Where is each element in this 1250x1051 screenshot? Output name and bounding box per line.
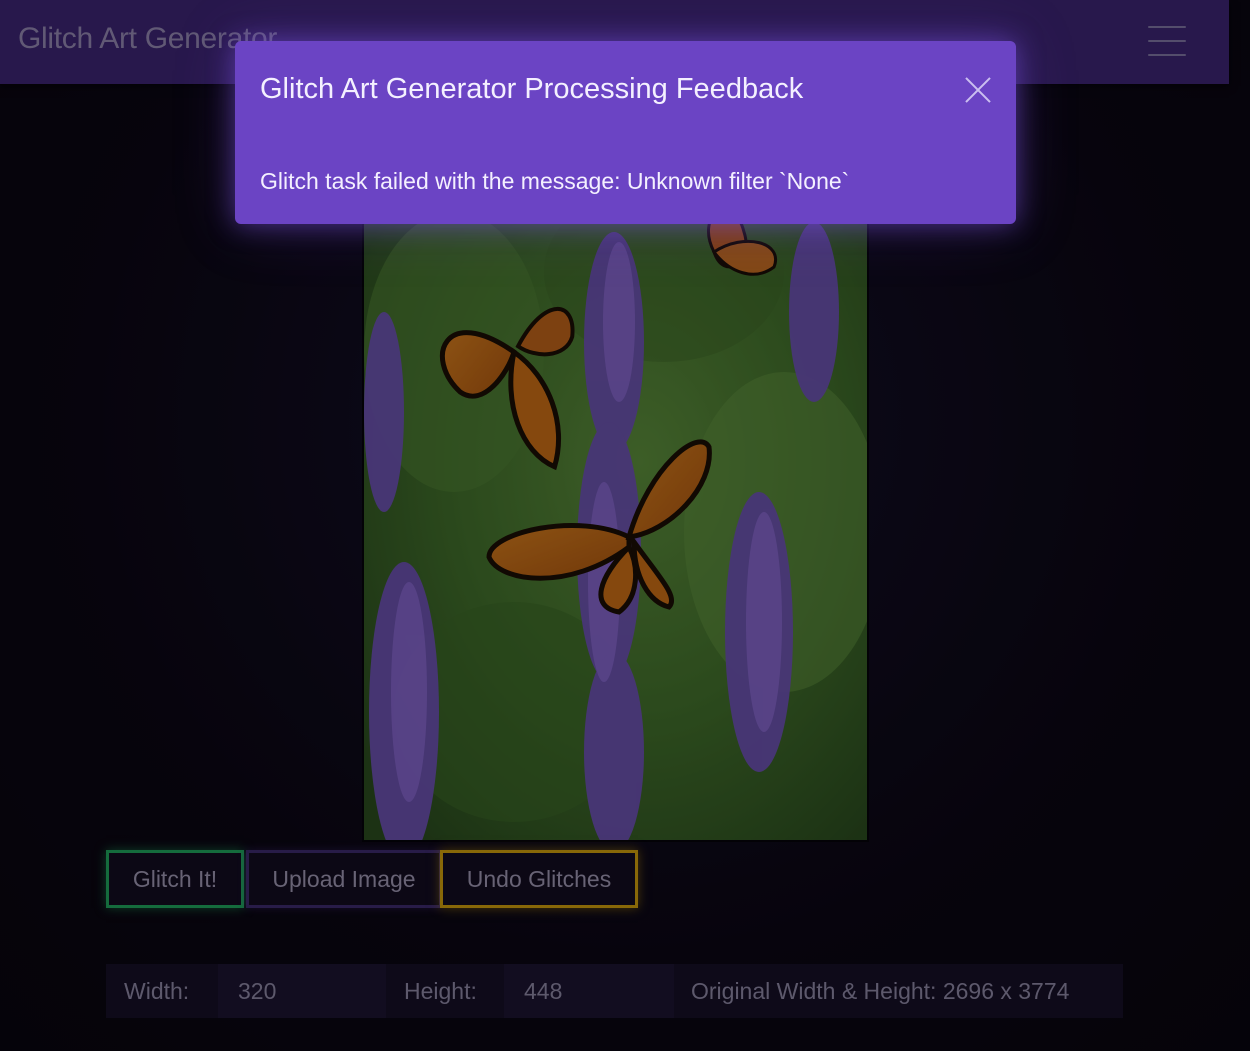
processing-feedback-dialog: Glitch Art Generator Processing Feedback… — [235, 41, 1016, 224]
dialog-title: Glitch Art Generator Processing Feedback — [260, 73, 804, 105]
app-page: Glitch Art Generator Glitch It! Upload I… — [0, 0, 1250, 1051]
close-icon[interactable] — [963, 75, 993, 105]
dialog-message: Glitch task failed with the message: Unk… — [260, 168, 850, 194]
